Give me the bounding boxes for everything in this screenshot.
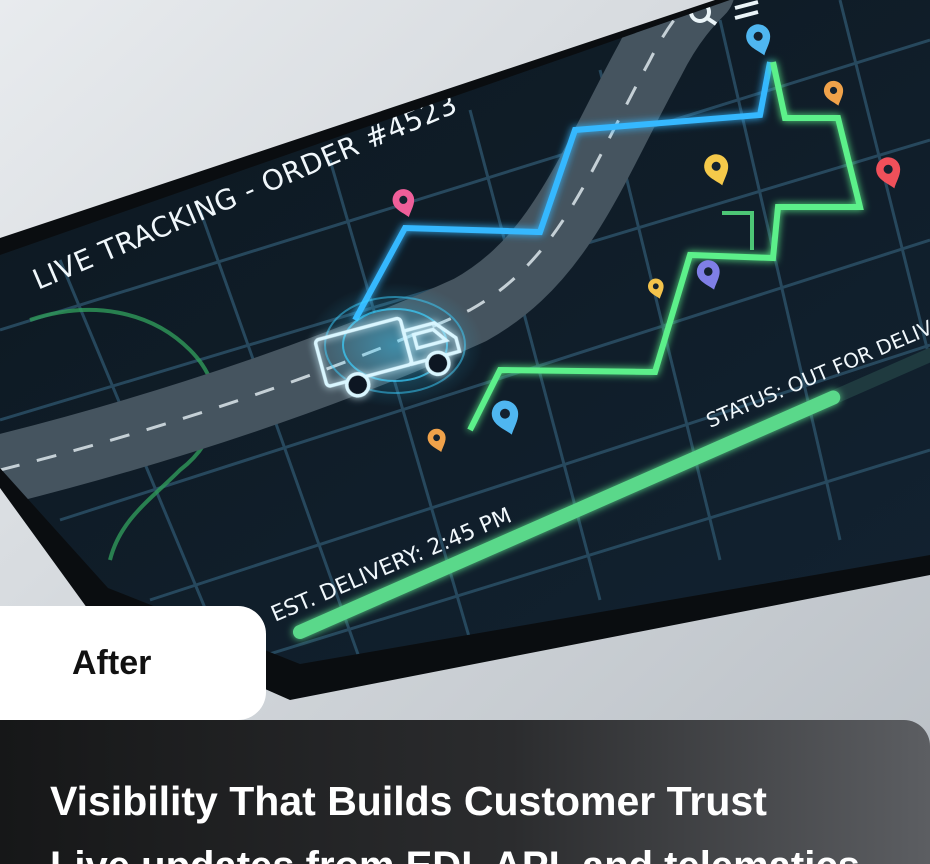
after-badge-label: After <box>72 643 152 682</box>
after-badge: After <box>0 606 266 720</box>
caption-title: Visibility That Builds Customer Trust <box>50 778 767 824</box>
caption-subtitle: Live updates from EDI, API, and telemati… <box>50 846 910 864</box>
